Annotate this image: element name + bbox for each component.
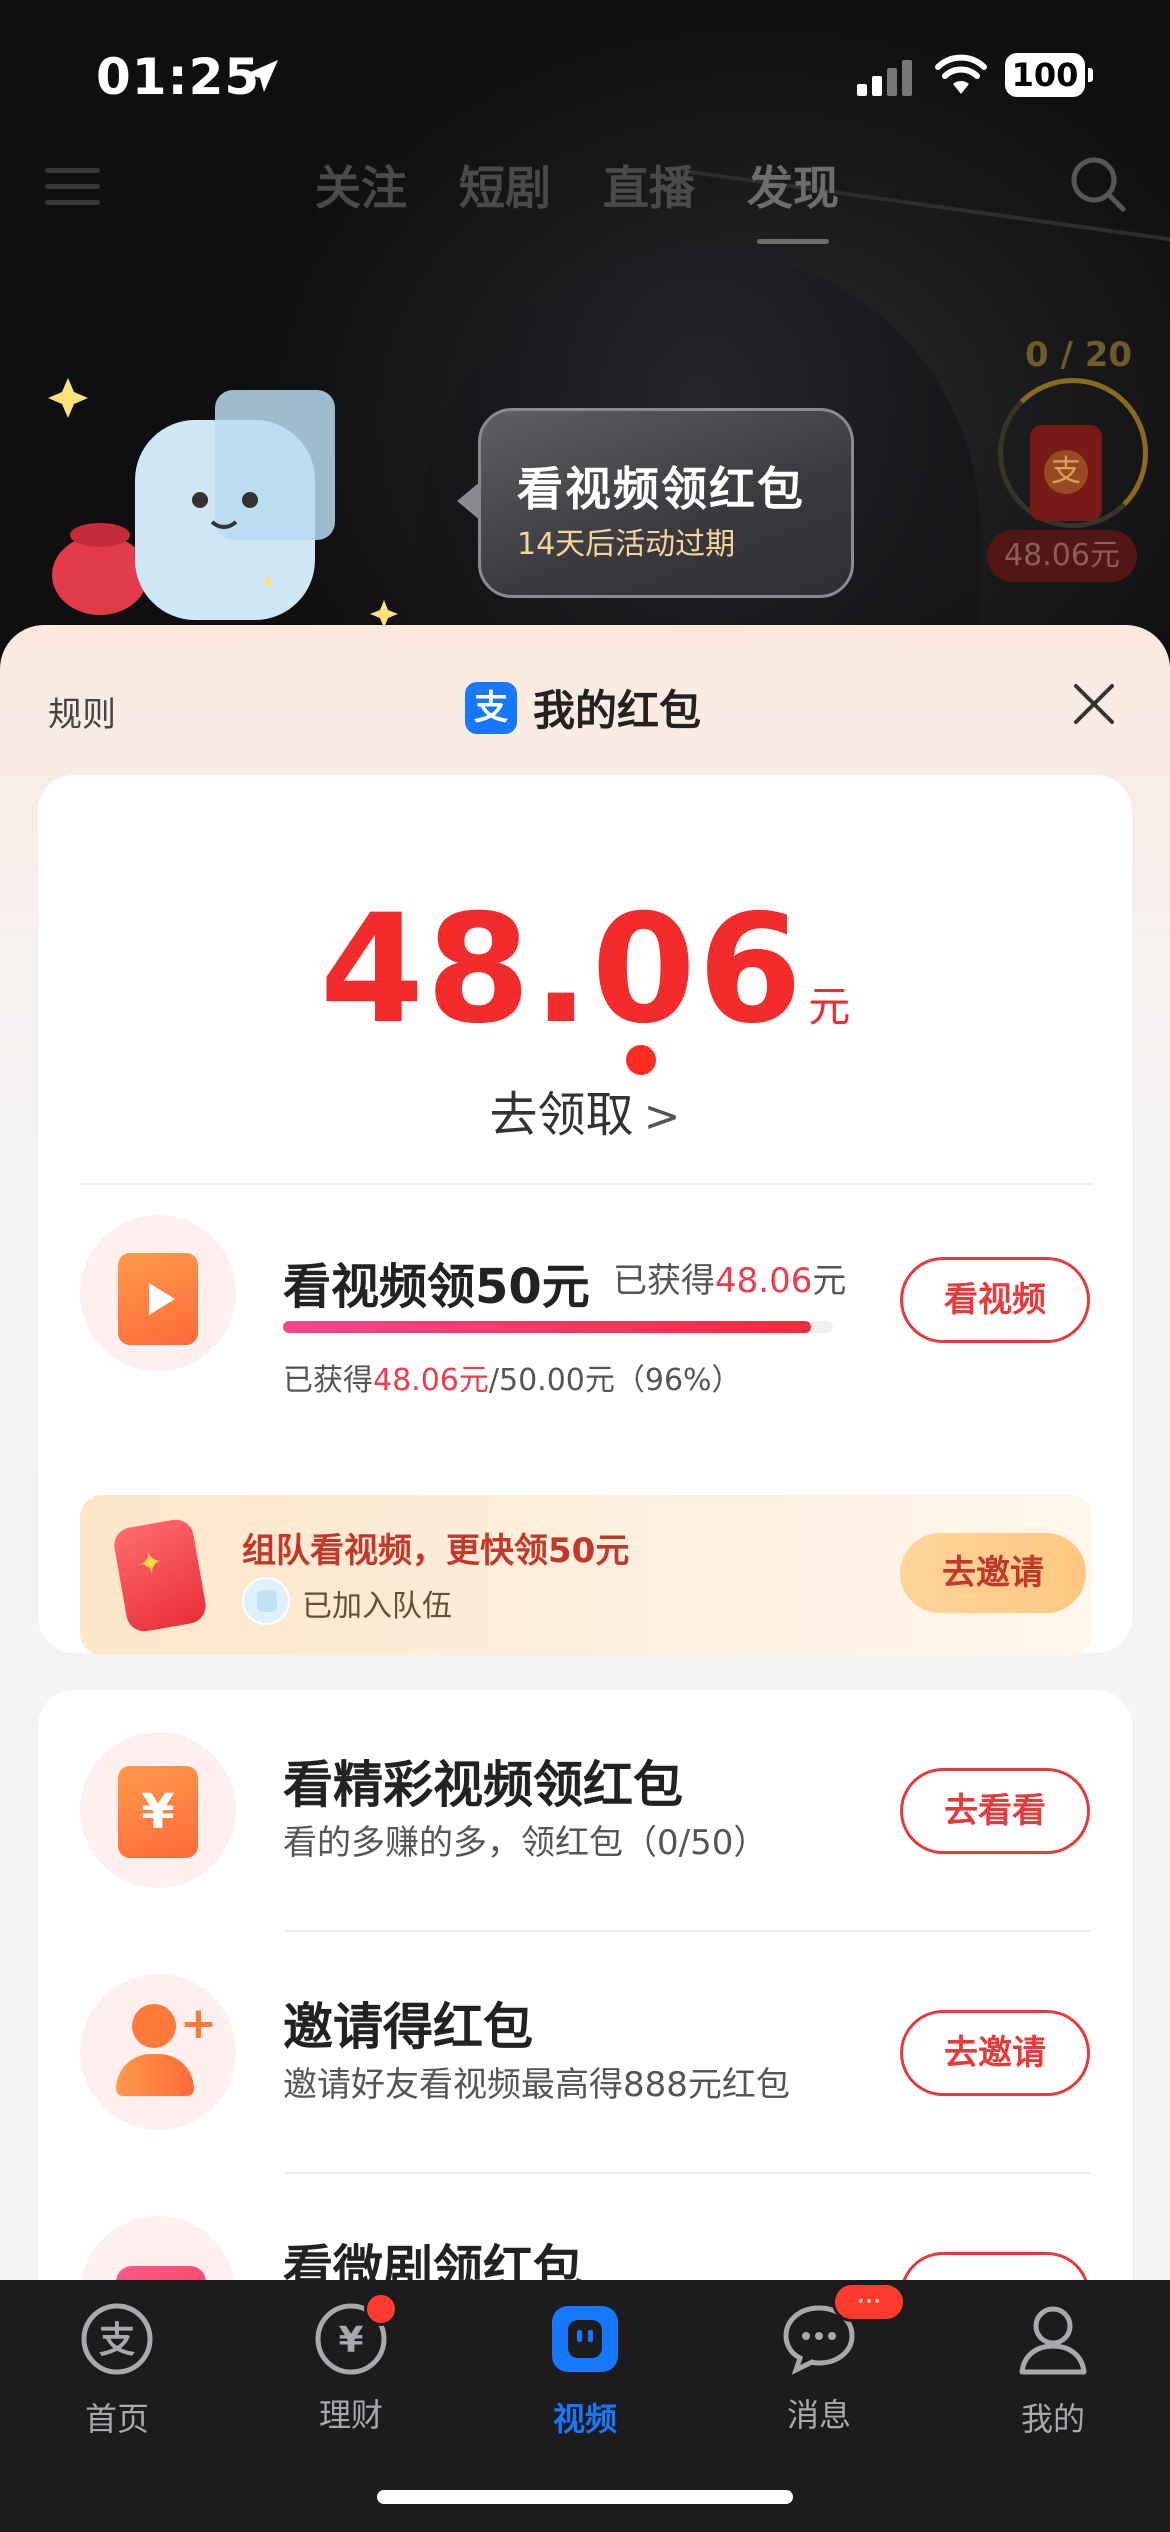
invite-button[interactable]: 去邀请 xyxy=(900,2010,1090,2096)
team-banner[interactable]: ✦ 组队看视频，更快领50元 已加入队伍 去邀请 xyxy=(80,1495,1092,1655)
svg-text:¥: ¥ xyxy=(338,2320,363,2361)
task-title: 邀请得红包 xyxy=(283,1998,533,2056)
claim-label: 去领取 xyxy=(489,1087,634,1143)
profile-icon xyxy=(1019,2306,1087,2375)
battery-indicator: 100 xyxy=(1005,53,1093,97)
promo-bubble[interactable]: 看视频领红包 14天后活动过期 xyxy=(457,408,854,598)
earned-prefix: 已获得 xyxy=(613,1261,715,1301)
go-watch-button[interactable]: 去看看 xyxy=(900,1768,1090,1854)
tab-label: 理财 xyxy=(318,2396,383,2434)
tab-label: 首页 xyxy=(84,2400,149,2438)
tab-label: 视频 xyxy=(552,2400,617,2438)
progress-fill xyxy=(283,1321,811,1333)
main-task-detail: 已获得48.06元/50.00元（96%） xyxy=(283,1355,742,1399)
menu-icon[interactable] xyxy=(45,160,100,215)
tab-live[interactable]: 直播 xyxy=(603,152,695,218)
top-nav: 关注 短剧 直播 发现 xyxy=(0,140,1170,250)
list-item: ¥ 看精彩视频领红包 看的多赚的多，领红包（0/50） 去看看 xyxy=(38,1690,1132,1932)
status-time: 01:25 xyxy=(96,48,261,106)
alipay-logo-icon: 支 xyxy=(465,681,517,734)
task-subtitle: 看的多赚的多，领红包（0/50） xyxy=(283,1823,768,1863)
svg-text:支: 支 xyxy=(99,2320,135,2361)
badge-more: ··· xyxy=(832,2282,906,2322)
play-icon xyxy=(149,1283,175,1315)
notification-dot xyxy=(626,1045,656,1075)
team-invite-button[interactable]: 去邀请 xyxy=(900,1533,1086,1613)
main-task-title: 看视频领50元 xyxy=(283,1259,590,1315)
red-envelope-icon: ✦ xyxy=(111,1516,209,1635)
task-title: 看微剧领红包 xyxy=(283,2240,583,2280)
tasks-card: ¥ 看精彩视频领红包 看的多赚的多，领红包（0/50） 去看看 + 邀请得红包 … xyxy=(38,1690,1132,2280)
balance-amount: 48.06元 xyxy=(38,883,1132,1057)
top-nav-tabs: 关注 短剧 直播 发现 xyxy=(315,152,891,244)
reward-progress-count: 0 / 20 xyxy=(1025,335,1133,375)
close-icon[interactable] xyxy=(1070,680,1118,728)
detail-prefix: 已获得 xyxy=(283,1363,373,1398)
tab-label: 我的 xyxy=(1020,2400,1085,2438)
detail-suffix: /50.00元（96%） xyxy=(488,1363,742,1398)
red-packet-sheet: 规则 支 我的红包 48.06元 去领取> 看视频领50元 已获得48.06元 xyxy=(0,625,1170,2280)
tv-icon xyxy=(80,2216,236,2280)
tab-wealth[interactable]: ¥ 理财 xyxy=(234,2292,468,2436)
balance-unit: 元 xyxy=(808,982,851,1031)
earned-unit: 元 xyxy=(812,1261,847,1301)
promo-title: 看视频领红包 xyxy=(517,462,805,516)
balance-value: 48.06 xyxy=(319,883,805,1057)
tab-discover[interactable]: 发现 xyxy=(747,152,839,244)
task-title: 看精彩视频领红包 xyxy=(283,1756,683,1814)
mascot-illustration xyxy=(48,378,398,628)
tab-short-drama[interactable]: 短剧 xyxy=(459,152,551,218)
sheet-title: 支 我的红包 xyxy=(465,677,701,738)
badge-dot xyxy=(364,2292,398,2326)
alipay-glyph: 支 xyxy=(1044,450,1088,494)
team-title: 组队看视频，更快领50元 xyxy=(242,1531,630,1571)
yen-icon: ¥ xyxy=(80,1732,236,1888)
tab-messages[interactable]: ··· 消息 xyxy=(702,2282,936,2436)
avatar xyxy=(242,1577,290,1625)
cellular-signal-icon xyxy=(857,60,912,96)
wifi-icon xyxy=(935,54,987,94)
video-icon xyxy=(552,2306,618,2372)
main-task-progress xyxy=(283,1321,833,1333)
sheet-header: 规则 支 我的红包 xyxy=(0,625,1170,775)
search-icon[interactable] xyxy=(1068,154,1128,214)
list-item: + 邀请得红包 邀请好友看视频最高得888元红包 去邀请 xyxy=(38,1932,1132,2174)
task-subtitle: 邀请好友看视频最高得888元红包 xyxy=(283,2065,790,2105)
invite-user-icon: + xyxy=(80,1974,236,2130)
rules-link[interactable]: 规则 xyxy=(48,687,116,736)
tab-video[interactable]: 视频 xyxy=(468,2300,702,2440)
watch-video-button[interactable]: 看视频 xyxy=(900,1257,1090,1343)
team-status: 已加入队伍 xyxy=(302,1589,452,1624)
sheet-title-text: 我的红包 xyxy=(533,686,702,735)
tab-follow[interactable]: 关注 xyxy=(315,152,407,218)
home-indicator xyxy=(377,2490,793,2504)
claim-button[interactable]: 去领取 > xyxy=(38,1075,1132,1145)
balance-card: 48.06元 去领取 > 看视频领50元 已获得48.06元 已获得48.06元/… xyxy=(38,775,1132,1655)
tab-home[interactable]: 支 首页 xyxy=(0,2300,234,2440)
earned-value: 48.06 xyxy=(715,1261,813,1301)
alipay-home-icon: 支 xyxy=(81,2303,153,2375)
chevron-right-icon: > xyxy=(643,1091,681,1142)
divider xyxy=(78,1183,1092,1185)
task-button[interactable] xyxy=(900,2252,1090,2280)
red-envelope-icon: 支 xyxy=(1030,425,1102,521)
video-task-icon xyxy=(80,1215,236,1371)
tab-label: 消息 xyxy=(786,2396,851,2434)
reward-amount-badge: 48.06元 xyxy=(987,530,1137,582)
status-bar: 01:25 100 xyxy=(0,0,1170,150)
tab-profile[interactable]: 我的 xyxy=(936,2300,1170,2440)
promo-subtitle: 14天后活动过期 xyxy=(517,527,736,562)
detail-value: 48.06元 xyxy=(373,1363,489,1398)
main-task-earned: 已获得48.06元 xyxy=(613,1253,846,1302)
location-arrow-icon xyxy=(246,60,278,92)
list-item: 看微剧领红包 xyxy=(38,2174,1132,2280)
